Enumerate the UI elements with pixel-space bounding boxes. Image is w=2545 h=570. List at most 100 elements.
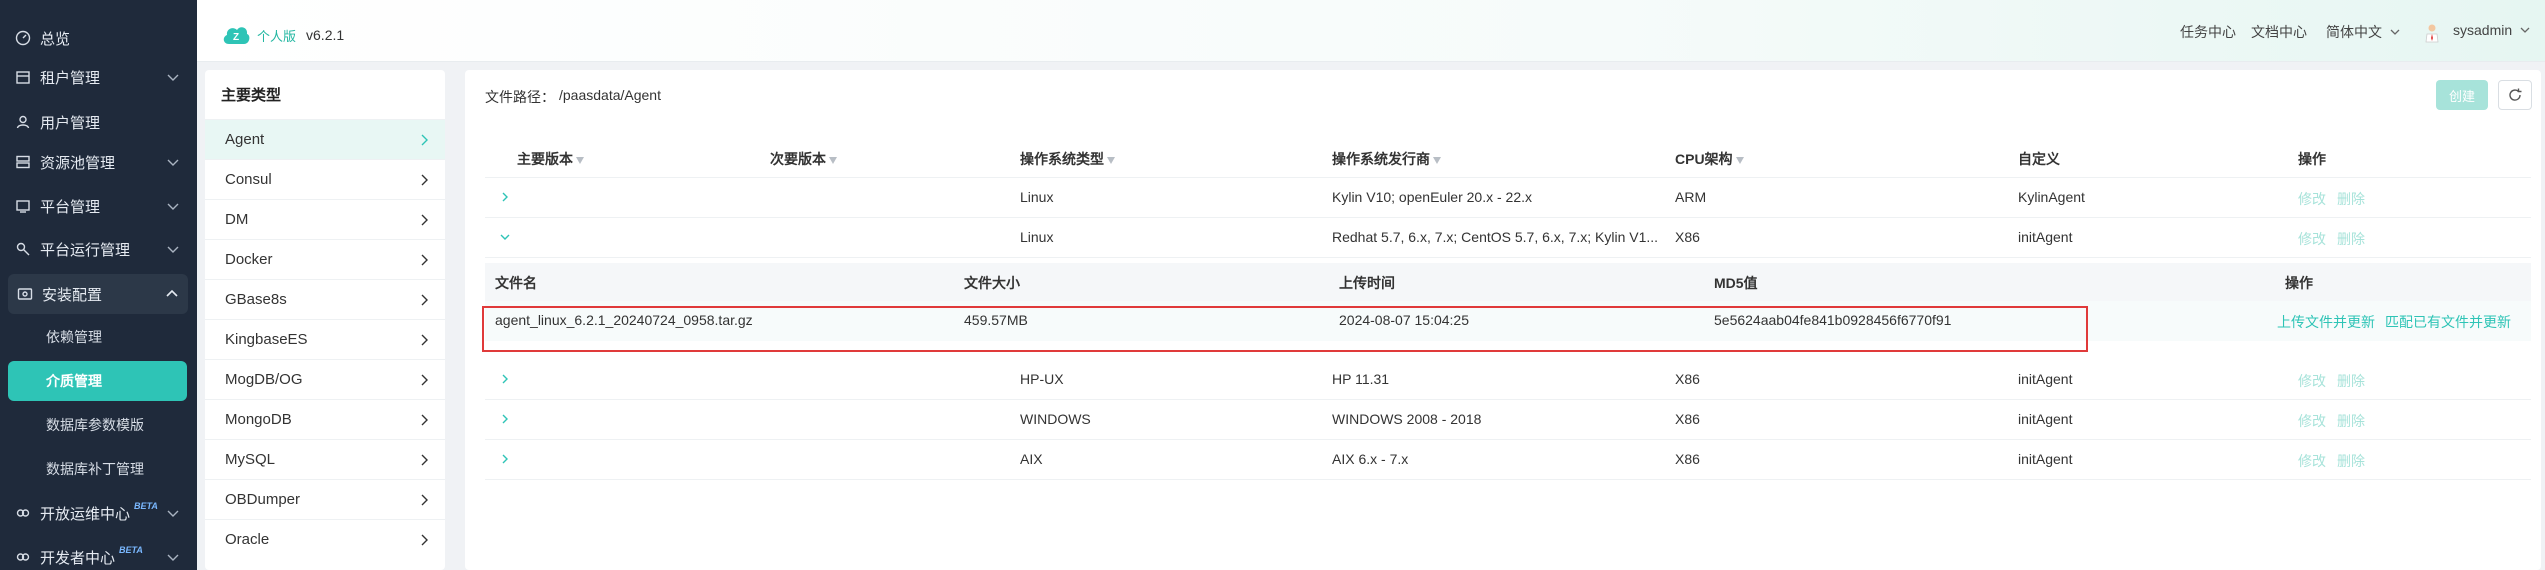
- cell-os-vendor: Kylin V10; openEuler 20.x - 22.x: [1332, 189, 1533, 205]
- column-header-custom: 自定义: [2018, 151, 2060, 167]
- sidebar-item-label: 用户管理: [40, 114, 101, 132]
- delete-link[interactable]: 删除: [2337, 411, 2365, 431]
- highlight-box: [482, 306, 2088, 352]
- sidebar-item-overview[interactable]: 总览: [0, 18, 197, 58]
- chevron-right-icon: [421, 214, 428, 226]
- edit-link[interactable]: 修改: [2298, 371, 2326, 391]
- header: Z 个人版 v6.2.1 任务中心 文档中心 简体中文 sysadmin: [197, 0, 2545, 62]
- sidebar-item-platform[interactable]: 平台管理: [0, 186, 197, 226]
- sidebar-subitem-db-param-template[interactable]: 数据库参数模版: [46, 405, 144, 445]
- platform-icon: [14, 197, 32, 215]
- column-header-filesize: 文件大小: [964, 275, 1020, 291]
- sidebar-item-platform-run[interactable]: 平台运行管理: [0, 229, 197, 269]
- type-item-oracle[interactable]: Oracle: [205, 519, 445, 559]
- sidebar-item-tenant[interactable]: 租户管理: [0, 57, 197, 97]
- match-and-update-link[interactable]: 匹配已有文件并更新: [2385, 312, 2511, 332]
- chevron-down-icon: [167, 246, 179, 253]
- table-row: Linux Kylin V10; openEuler 20.x - 22.x A…: [485, 178, 2531, 218]
- chevron-right-icon[interactable]: [499, 373, 511, 385]
- column-header-os-type[interactable]: 操作系统类型: [1020, 149, 1115, 169]
- sidebar-subitem-db-patch[interactable]: 数据库补丁管理: [46, 449, 144, 489]
- logo-text: 个人版: [257, 28, 297, 44]
- column-header-major-version[interactable]: 主要版本: [517, 149, 584, 169]
- cell-os-vendor: WINDOWS 2008 - 2018: [1332, 411, 1482, 427]
- type-item-dm[interactable]: DM: [205, 199, 445, 239]
- column-header-md5: MD5值: [1714, 275, 1758, 291]
- sidebar-item-label: 资源池管理: [40, 154, 116, 172]
- delete-link[interactable]: 删除: [2337, 229, 2365, 249]
- chevron-right-icon: [421, 374, 428, 386]
- column-header-os-vendor[interactable]: 操作系统发行商: [1332, 149, 1441, 169]
- delete-link[interactable]: 删除: [2337, 189, 2365, 209]
- type-item-mongodb[interactable]: MongoDB: [205, 399, 445, 439]
- path-label: 文件路径：: [485, 89, 555, 105]
- type-item-mogdb[interactable]: MogDB/OG: [205, 359, 445, 399]
- chevron-down-icon: [2520, 27, 2530, 33]
- sidebar-item-users[interactable]: 用户管理: [0, 102, 197, 142]
- cell-custom: KylinAgent: [2018, 189, 2085, 205]
- filter-icon[interactable]: [1735, 156, 1744, 164]
- sidebar-subitem-media[interactable]: 介质管理: [8, 361, 187, 401]
- type-item-label: DM: [225, 211, 249, 228]
- create-button[interactable]: 创建: [2436, 80, 2488, 110]
- type-item-mysql[interactable]: MySQL: [205, 439, 445, 479]
- type-item-consul[interactable]: Consul: [205, 159, 445, 199]
- type-item-agent[interactable]: Agent: [205, 119, 445, 159]
- sidebar-item-label: 开发者中心: [40, 549, 116, 567]
- sidebar-item-developer[interactable]: 开发者中心 BETA: [0, 537, 197, 570]
- dashboard-icon: [14, 29, 32, 47]
- sidebar-item-install-config[interactable]: 安装配置: [8, 274, 188, 314]
- type-item-gbase8s[interactable]: GBase8s: [205, 279, 445, 319]
- chevron-right-icon[interactable]: [499, 413, 511, 425]
- chevron-right-icon[interactable]: [499, 191, 511, 203]
- type-item-label: OBDumper: [225, 491, 301, 508]
- chevron-down-icon: [167, 74, 179, 81]
- cell-cpu: X86: [1675, 411, 1700, 427]
- cell-cpu: X86: [1675, 371, 1700, 387]
- filter-icon[interactable]: [1433, 156, 1441, 164]
- chevron-right-icon: [421, 174, 428, 186]
- upload-and-update-link[interactable]: 上传文件并更新: [2277, 312, 2375, 332]
- avatar[interactable]: [2424, 23, 2440, 43]
- task-center-link[interactable]: 任务中心: [2180, 22, 2236, 42]
- refresh-button[interactable]: [2498, 80, 2532, 110]
- chevron-down-icon: [167, 159, 179, 166]
- user-icon: [14, 113, 32, 131]
- sidebar-subitem-dependency[interactable]: 依赖管理: [46, 317, 102, 357]
- cell-os-type: Linux: [1020, 229, 1054, 245]
- type-item-docker[interactable]: Docker: [205, 239, 445, 279]
- logo[interactable]: Z 个人版 v6.2.1: [221, 22, 344, 48]
- column-header-minor-version[interactable]: 次要版本: [770, 149, 837, 169]
- chevron-up-icon: [166, 289, 178, 297]
- doc-center-link[interactable]: 文档中心: [2251, 22, 2307, 42]
- chevron-right-icon: [421, 414, 428, 426]
- edit-link[interactable]: 修改: [2298, 189, 2326, 209]
- sidebar-item-label: 总览: [40, 30, 71, 48]
- chevron-down-icon[interactable]: [499, 231, 511, 243]
- edit-link[interactable]: 修改: [2298, 411, 2326, 431]
- beta-badge: BETA: [119, 545, 143, 555]
- chevron-right-icon[interactable]: [499, 453, 511, 465]
- filter-icon[interactable]: [829, 156, 837, 164]
- delete-link[interactable]: 删除: [2337, 451, 2365, 471]
- cell-custom: initAgent: [2018, 411, 2073, 427]
- sidebar-item-resource-pool[interactable]: 资源池管理: [0, 142, 197, 182]
- type-item-label: MongoDB: [225, 411, 292, 428]
- chevron-down-icon: [2390, 29, 2400, 35]
- filter-icon[interactable]: [1107, 156, 1115, 164]
- sidebar-item-open-ops[interactable]: 开放运维中心 BETA: [0, 493, 197, 533]
- language-label: 简体中文: [2326, 24, 2382, 40]
- chevron-right-icon: [421, 294, 428, 306]
- delete-link[interactable]: 删除: [2337, 371, 2365, 391]
- type-item-kingbasees[interactable]: KingbaseES: [205, 319, 445, 359]
- edit-link[interactable]: 修改: [2298, 451, 2326, 471]
- table-row: AIX AIX 6.x - 7.x X86 initAgent 修改 删除: [485, 440, 2531, 480]
- user-menu[interactable]: sysadmin: [2453, 22, 2530, 38]
- language-select[interactable]: 简体中文: [2326, 22, 2400, 42]
- type-item-obdumper[interactable]: OBDumper: [205, 479, 445, 519]
- sidebar-item-label: 租户管理: [40, 69, 101, 87]
- column-header-cpu[interactable]: CPU架构: [1675, 149, 1744, 169]
- edit-link[interactable]: 修改: [2298, 229, 2326, 249]
- type-item-label: Oracle: [225, 531, 270, 548]
- filter-icon[interactable]: [576, 156, 584, 164]
